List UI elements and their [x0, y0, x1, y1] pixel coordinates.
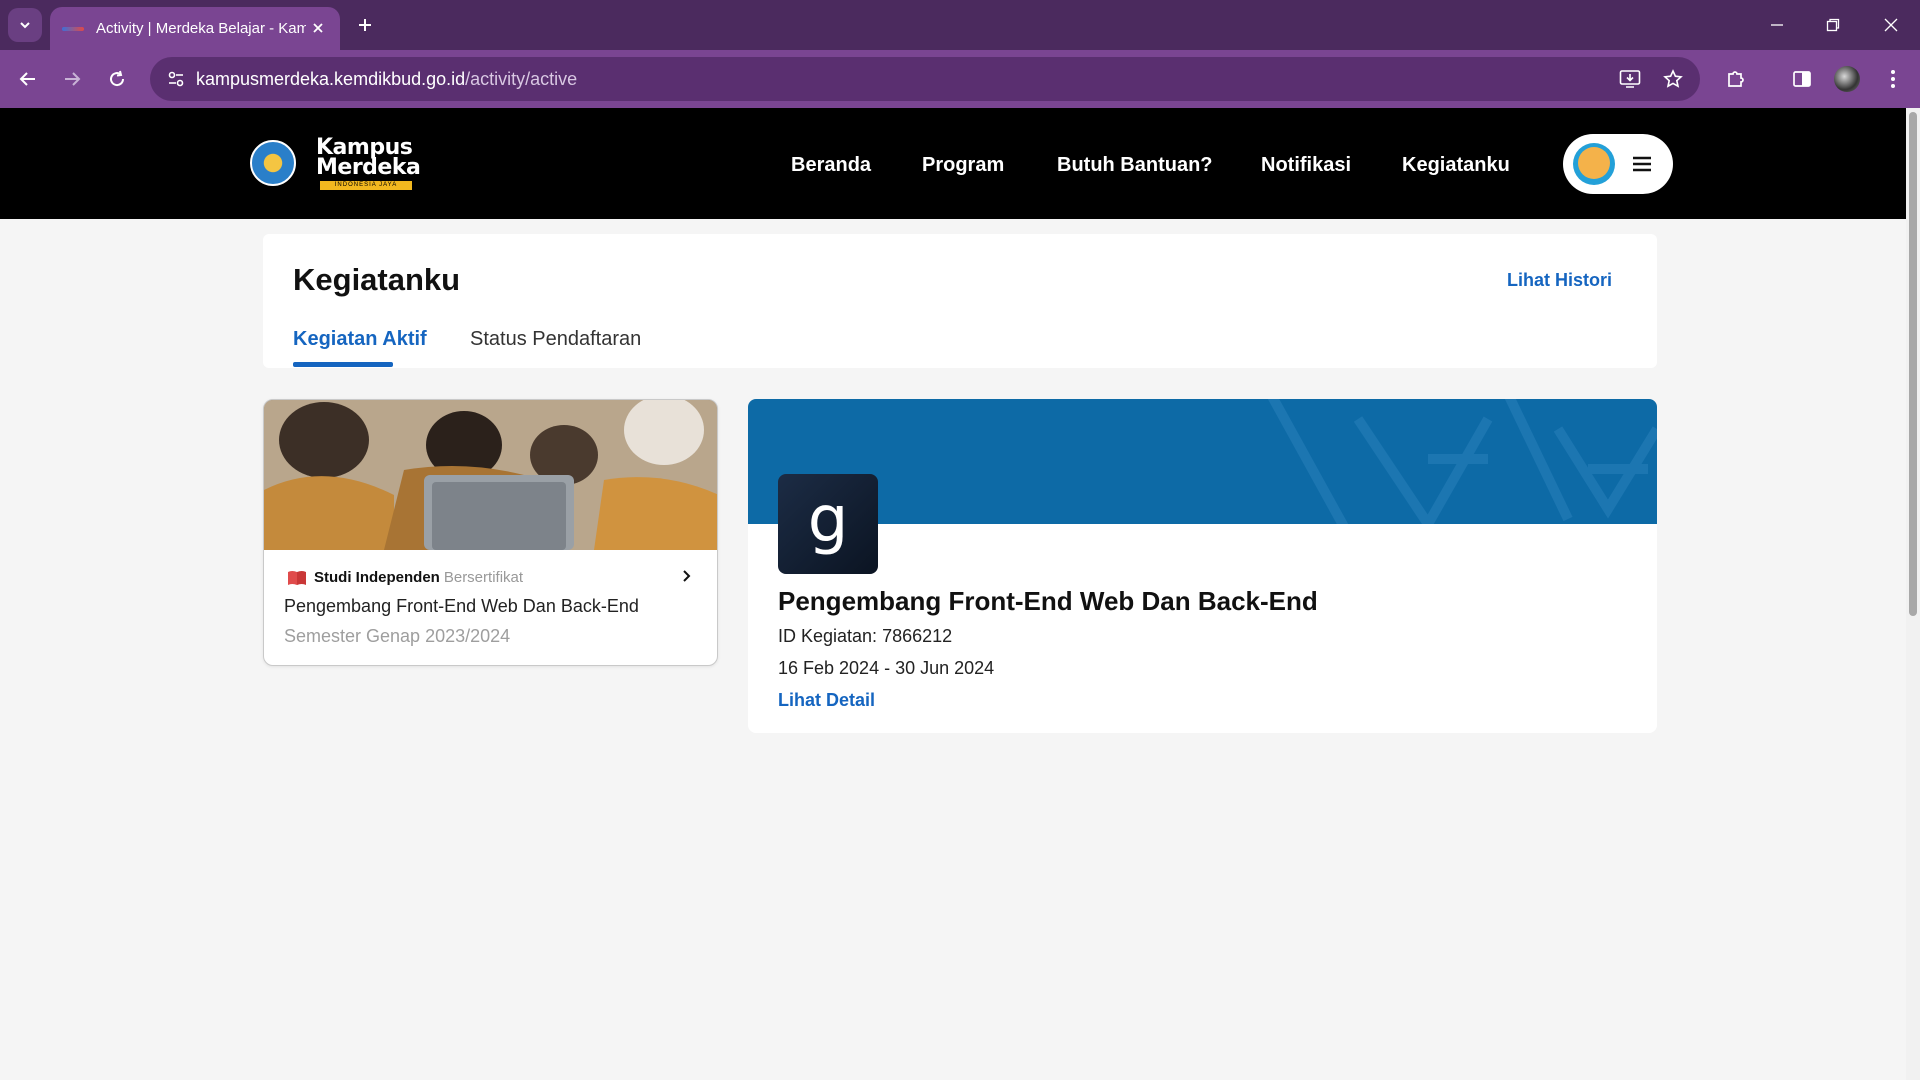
browser-toolbar: kampusmerdeka.kemdikbud.go.id/activity/a… [0, 50, 1920, 108]
hamburger-menu-icon [1633, 156, 1651, 172]
banner-pattern [1267, 399, 1657, 524]
company-logo-icon: g [778, 474, 878, 574]
browser-menu-button[interactable] [1878, 64, 1908, 94]
favicon-icon [62, 26, 84, 31]
nav-butuh-bantuan[interactable]: Butuh Bantuan? [1057, 154, 1213, 177]
forward-button[interactable] [57, 64, 87, 94]
reload-button[interactable] [102, 64, 132, 94]
reload-icon [110, 70, 125, 87]
more-vertical-icon [1891, 70, 1895, 88]
active-tab-indicator [293, 362, 393, 367]
tab-title: Activity | Merdeka Belajar - Kam [96, 20, 306, 37]
close-window-button[interactable] [1878, 12, 1904, 38]
logo-tagline: INDONESIA JAYA [320, 181, 412, 190]
restore-icon [1826, 18, 1840, 32]
browser-tab-bar: Activity | Merdeka Belajar - Kam [0, 0, 1920, 50]
tab-search-button[interactable] [8, 8, 42, 42]
browser-tab-active[interactable]: Activity | Merdeka Belajar - Kam [50, 7, 340, 50]
address-bar[interactable]: kampusmerdeka.kemdikbud.go.id/activity/a… [150, 57, 1700, 101]
profile-avatar[interactable] [1834, 66, 1860, 92]
chevron-right-icon[interactable] [679, 568, 695, 584]
detail-title: Pengembang Front-End Web Dan Back-End [778, 586, 1318, 616]
activity-photo [264, 400, 717, 550]
tab-close-button[interactable] [308, 18, 328, 38]
company-logo-glyph: g [807, 483, 849, 557]
activity-detail-card: g Pengembang Front-End Web Dan Back-End … [748, 399, 1657, 733]
restore-button[interactable] [1820, 12, 1846, 38]
url-path: /activity/active [465, 69, 578, 89]
user-menu-button[interactable] [1563, 134, 1673, 194]
extensions-button[interactable] [1721, 64, 1751, 94]
new-tab-button[interactable] [352, 12, 378, 38]
avatar [1573, 143, 1615, 185]
url-host: kampusmerdeka.kemdikbud.go.id [196, 69, 466, 89]
page-title: Kegiatanku [293, 262, 461, 297]
url-text: kampusmerdeka.kemdikbud.go.id/activity/a… [196, 69, 577, 90]
view-detail-link[interactable]: Lihat Detail [778, 690, 875, 711]
star-icon [1663, 69, 1683, 88]
arrow-left-icon [19, 72, 35, 86]
nav-program[interactable]: Program [922, 154, 1004, 177]
minimize-icon [1771, 24, 1783, 26]
activity-semester: Semester Genap 2023/2024 [284, 626, 511, 646]
back-button[interactable] [13, 64, 43, 94]
activity-id: ID Kegiatan: 7866212 [778, 626, 953, 646]
activity-dates: 16 Feb 2024 - 30 Jun 2024 [778, 658, 995, 678]
students-photo-image [264, 400, 717, 550]
puzzle-icon [1728, 71, 1744, 87]
install-icon [1619, 70, 1641, 88]
minimize-button[interactable] [1764, 12, 1790, 38]
arrow-right-icon [65, 72, 81, 86]
tune-icon [168, 71, 184, 87]
chevron-down-icon [20, 22, 30, 29]
install-app-button[interactable] [1616, 65, 1644, 93]
program-type-label: Studi Independen [314, 569, 440, 586]
activity-card[interactable]: Studi Independen Bersertifikat Pengembang… [263, 399, 718, 666]
page-heading-card: Kegiatanku Lihat Histori Kegiatan Aktif … [263, 234, 1657, 368]
detail-banner [748, 399, 1657, 524]
certified-badge: Bersertifikat [443, 569, 524, 586]
logo-line2: Merdeka [316, 155, 421, 180]
tab-kegiatan-aktif[interactable]: Kegiatan Aktif [293, 328, 427, 351]
bookmark-button[interactable] [1659, 65, 1687, 93]
side-panel-icon [1793, 71, 1811, 87]
kampus-merdeka-logo[interactable]: Kampus Merdeka [316, 137, 421, 180]
close-icon [313, 23, 323, 33]
site-info-button[interactable] [162, 65, 190, 93]
close-icon [1884, 18, 1898, 32]
nav-kegiatanku[interactable]: Kegiatanku [1402, 154, 1510, 177]
plus-icon [359, 19, 371, 31]
activity-name: Pengembang Front-End Web Dan Back-End [284, 596, 639, 616]
tab-status-pendaftaran[interactable]: Status Pendaftaran [470, 328, 641, 351]
side-panel-button[interactable] [1787, 64, 1817, 94]
nav-notifikasi[interactable]: Notifikasi [1261, 154, 1351, 177]
site-header: Kampus Merdeka INDONESIA JAYA Beranda Pr… [0, 108, 1906, 219]
book-icon [288, 571, 306, 585]
kemdikbud-logo-icon[interactable] [250, 140, 296, 186]
history-link[interactable]: Lihat Histori [1507, 270, 1612, 291]
program-type: Studi Independen Bersertifikat [314, 569, 523, 586]
page-scrollbar[interactable] [1906, 108, 1920, 1080]
scrollbar-thumb[interactable] [1909, 112, 1917, 616]
nav-beranda[interactable]: Beranda [791, 154, 871, 177]
